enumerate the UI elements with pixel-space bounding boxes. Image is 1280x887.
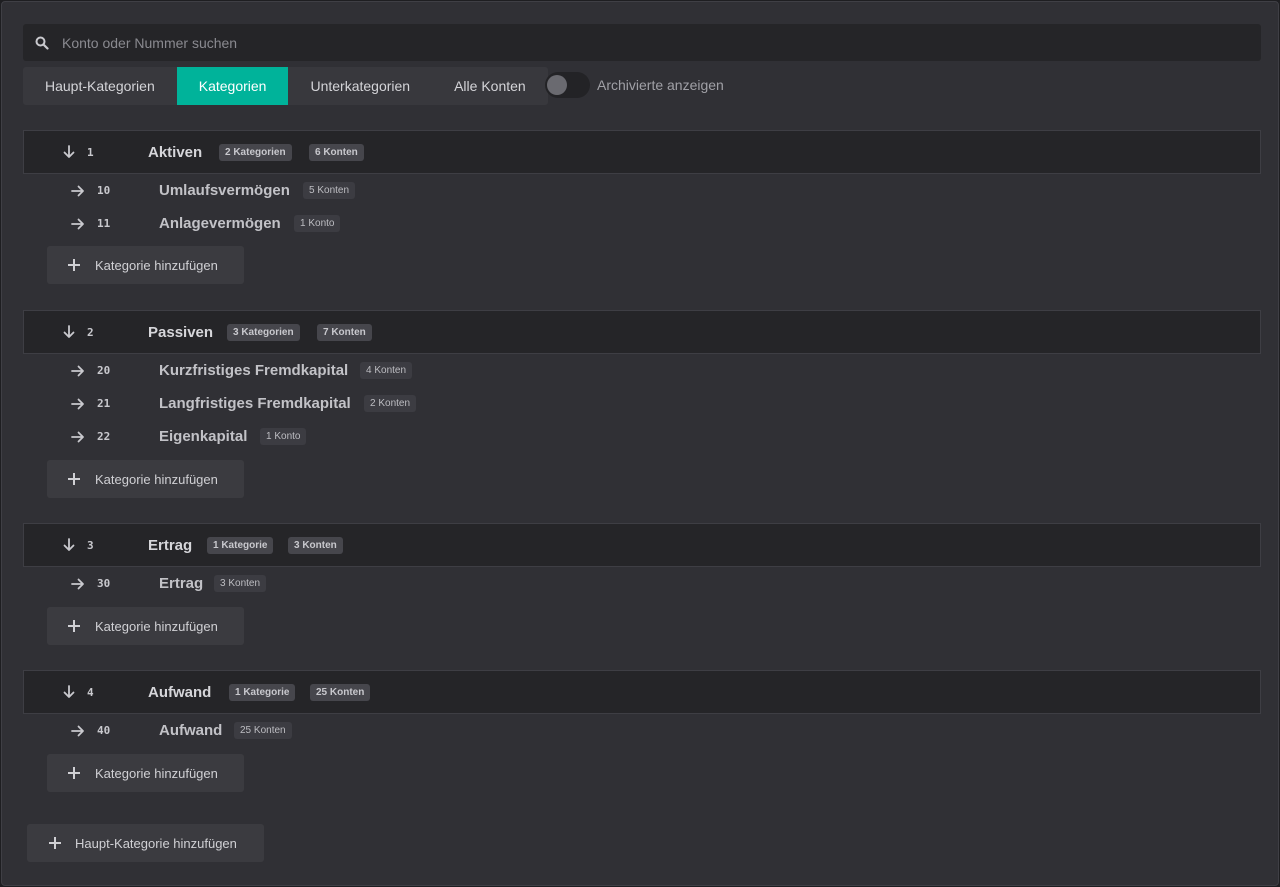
item-number: 11	[97, 217, 111, 230]
categories-badge: 3 Kategorien	[227, 323, 300, 341]
add-category-label: Kategorie hinzufügen	[95, 765, 218, 781]
search-icon	[35, 36, 49, 50]
arrow-right-icon	[71, 430, 85, 444]
search-bar[interactable]	[23, 24, 1261, 61]
group-aktiven: 1 Aktiven 2 Kategorien 6 Konten 10 Umlau…	[23, 130, 1261, 284]
tab-haupt-kategorien[interactable]: Haupt-Kategorien	[23, 67, 177, 105]
group-number: 2	[87, 325, 94, 339]
group-title: Passiven	[148, 323, 214, 341]
plus-icon	[68, 767, 80, 779]
tab-alle-konten[interactable]: Alle Konten	[432, 67, 548, 105]
list-item[interactable]: 30 Ertrag 3 Konten	[23, 567, 1261, 600]
tab-bar: Haupt-Kategorien Kategorien Unterkategor…	[23, 67, 548, 105]
item-title: Kurzfristiges Fremdkapital	[159, 362, 349, 379]
arrow-down-icon[interactable]	[62, 538, 76, 552]
arrow-down-icon[interactable]	[62, 145, 76, 159]
archived-toggle[interactable]	[545, 72, 590, 98]
archived-toggle-group: Archivierte anzeigen	[545, 71, 724, 99]
add-category-button[interactable]: Kategorie hinzufügen	[47, 460, 244, 498]
categories-badge: 1 Kategorie	[207, 536, 274, 554]
add-main-category-label: Haupt-Kategorie hinzufügen	[75, 835, 237, 851]
categories-badge: 1 Kategorie	[229, 683, 296, 701]
tab-kategorien[interactable]: Kategorien	[176, 67, 289, 105]
toggle-knob	[547, 75, 567, 95]
plus-icon	[49, 837, 61, 849]
add-category-button[interactable]: Kategorie hinzufügen	[47, 246, 244, 284]
group-title: Aufwand	[148, 683, 212, 701]
item-title: Eigenkapital	[159, 428, 248, 445]
archived-toggle-label: Archivierte anzeigen	[597, 77, 724, 93]
item-number: 21	[97, 397, 111, 410]
item-badge: 1 Konto	[260, 428, 307, 445]
group-number: 4	[87, 685, 94, 699]
list-item[interactable]: 11 Anlagevermögen 1 Konto	[23, 207, 1261, 240]
group-number: 3	[87, 538, 94, 552]
categories-badge: 2 Kategorien	[219, 143, 292, 161]
item-number: 22	[97, 430, 111, 443]
list-item[interactable]: 21 Langfristiges Fremdkapital 2 Konten	[23, 387, 1261, 420]
item-title: Anlagevermögen	[159, 215, 281, 232]
item-number: 40	[97, 724, 111, 737]
item-badge: 3 Konten	[214, 575, 267, 592]
arrow-down-icon[interactable]	[62, 685, 76, 699]
item-badge: 5 Konten	[303, 182, 356, 199]
list-item[interactable]: 40 Aufwand 25 Konten	[23, 714, 1261, 747]
arrow-right-icon	[71, 397, 85, 411]
accounts-badge: 25 Konten	[310, 683, 371, 701]
add-category-button[interactable]: Kategorie hinzufügen	[47, 607, 244, 645]
add-category-label: Kategorie hinzufügen	[95, 471, 218, 487]
group-header[interactable]: 1 Aktiven 2 Kategorien 6 Konten	[23, 130, 1261, 174]
item-title: Ertrag	[159, 575, 204, 592]
list-item[interactable]: 22 Eigenkapital 1 Konto	[23, 420, 1261, 453]
group-aufwand: 4 Aufwand 1 Kategorie 25 Konten 40 Aufwa…	[23, 670, 1261, 792]
add-main-category-button[interactable]: Haupt-Kategorie hinzufügen	[27, 824, 264, 862]
app-window: Haupt-Kategorien Kategorien Unterkategor…	[1, 1, 1279, 886]
group-title: Aktiven	[148, 143, 203, 161]
group-title: Ertrag	[148, 536, 193, 554]
arrow-down-icon[interactable]	[62, 325, 76, 339]
list-item[interactable]: 10 Umlaufsvermögen 5 Konten	[23, 174, 1261, 207]
arrow-right-icon	[71, 217, 85, 231]
accounts-badge: 6 Konten	[309, 143, 364, 161]
arrow-right-icon	[71, 184, 85, 198]
plus-icon	[68, 259, 80, 271]
item-number: 10	[97, 184, 111, 197]
plus-icon	[68, 473, 80, 485]
add-category-button[interactable]: Kategorie hinzufügen	[47, 754, 244, 792]
item-title: Aufwand	[159, 722, 223, 739]
accounts-badge: 7 Konten	[317, 323, 372, 341]
add-category-label: Kategorie hinzufügen	[95, 257, 218, 273]
list-item[interactable]: 20 Kurzfristiges Fremdkapital 4 Konten	[23, 354, 1261, 387]
group-number: 1	[87, 145, 94, 159]
item-badge: 2 Konten	[364, 395, 417, 412]
add-category-label: Kategorie hinzufügen	[95, 618, 218, 634]
item-badge: 1 Konto	[294, 215, 341, 232]
arrow-right-icon	[71, 724, 85, 738]
item-title: Umlaufsvermögen	[159, 182, 290, 199]
arrow-right-icon	[71, 364, 85, 378]
group-header[interactable]: 3 Ertrag 1 Kategorie 3 Konten	[23, 523, 1261, 567]
group-header[interactable]: 4 Aufwand 1 Kategorie 25 Konten	[23, 670, 1261, 714]
item-number: 30	[97, 577, 111, 590]
group-header[interactable]: 2 Passiven 3 Kategorien 7 Konten	[23, 310, 1261, 354]
accounts-badge: 3 Konten	[288, 536, 343, 554]
tab-unterkategorien[interactable]: Unterkategorien	[288, 67, 432, 105]
search-input[interactable]	[62, 34, 1162, 51]
group-ertrag: 3 Ertrag 1 Kategorie 3 Konten 30 Ertrag …	[23, 523, 1261, 645]
item-badge: 25 Konten	[234, 722, 292, 739]
item-badge: 4 Konten	[360, 362, 413, 379]
group-passiven: 2 Passiven 3 Kategorien 7 Konten 20 Kurz…	[23, 310, 1261, 498]
arrow-right-icon	[71, 577, 85, 591]
item-number: 20	[97, 364, 111, 377]
item-title: Langfristiges Fremdkapital	[159, 395, 351, 412]
plus-icon	[68, 620, 80, 632]
